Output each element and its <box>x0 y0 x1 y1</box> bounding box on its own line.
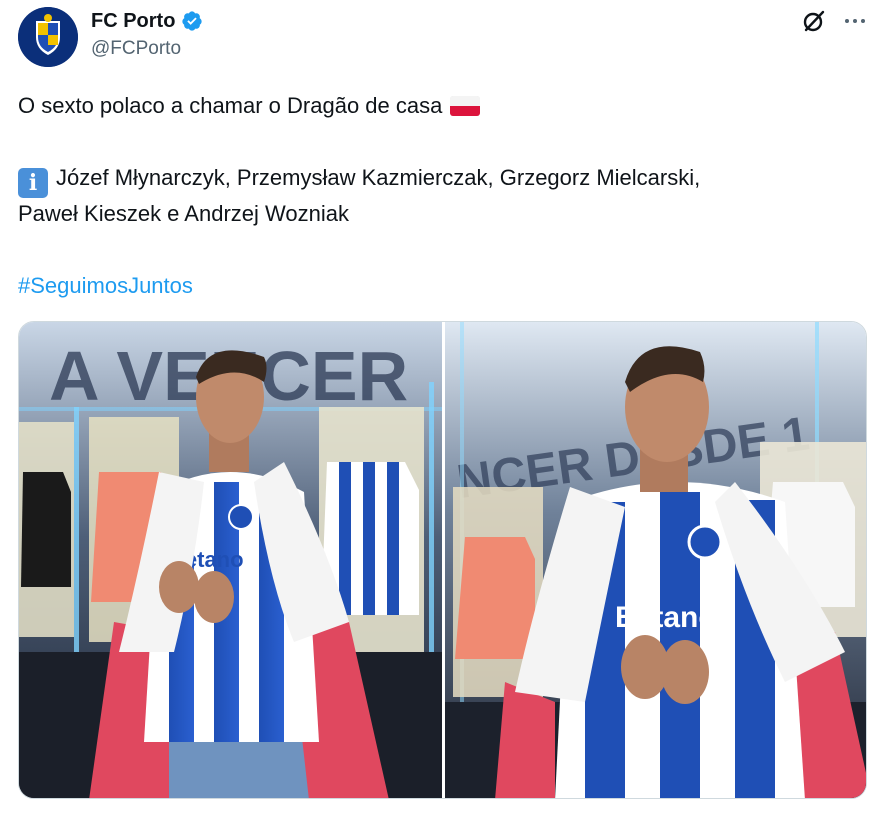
author-display-name[interactable]: FC Porto <box>91 10 175 33</box>
sponsor-text: Betano <box>615 601 717 634</box>
fc-porto-crest-icon <box>18 7 78 67</box>
grok-icon[interactable] <box>801 8 827 34</box>
tweet-photo-right[interactable]: NCER DESDE 1 Betano <box>445 322 866 798</box>
information-icon: i <box>18 168 48 198</box>
hashtag-link[interactable]: #SeguimosJuntos <box>18 271 193 301</box>
tweet-text-line: i Józef Młynarczyk, Przemysław Kazmiercza… <box>18 163 700 198</box>
author-name-row[interactable]: FC Porto <box>91 8 203 34</box>
tweet-photo-left[interactable]: A VENCER Bet <box>19 322 442 798</box>
author-handle[interactable]: @FCPorto <box>91 38 181 60</box>
avatar[interactable] <box>18 7 78 67</box>
poland-flag-icon <box>450 96 481 116</box>
tweet-text-line: O sexto polaco a chamar o Dragão de casa <box>18 91 481 121</box>
tweet-text: Józef Młynarczyk, Przemysław Kazmierczak… <box>56 165 701 190</box>
tweet-media: A VENCER Bet <box>18 321 867 799</box>
tweet-text: O sexto polaco a chamar o Dragão de casa <box>18 93 443 118</box>
more-icon[interactable] <box>842 8 868 34</box>
verified-badge-icon <box>182 11 203 31</box>
tweet-text-line: Paweł Kieszek e Andrzej Wozniak <box>18 201 349 226</box>
